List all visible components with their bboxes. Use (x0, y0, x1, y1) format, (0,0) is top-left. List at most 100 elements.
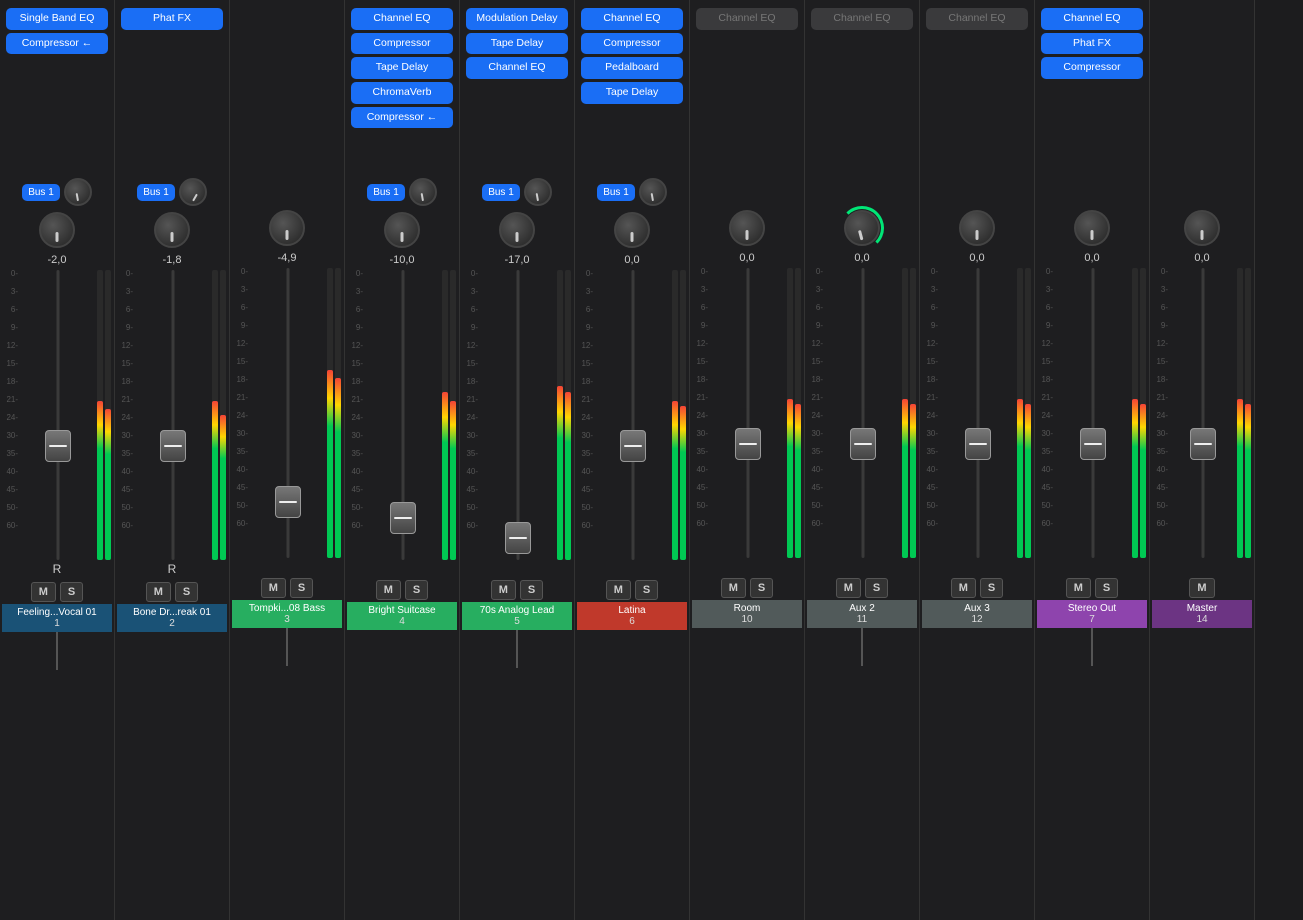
channel-name: Latina (579, 605, 685, 616)
bus-button[interactable]: Bus 1 (482, 184, 520, 201)
fader-handle[interactable] (45, 430, 71, 462)
pan-knob[interactable] (639, 178, 667, 206)
plugin-button[interactable]: Tape Delay (351, 57, 453, 79)
mute-button[interactable]: M (491, 580, 516, 600)
plugin-button[interactable]: Compressor ← (6, 33, 108, 55)
plugin-button[interactable]: Channel EQ (1041, 8, 1143, 30)
bus-button[interactable]: Bus 1 (597, 184, 635, 201)
mute-button[interactable]: M (1066, 578, 1091, 598)
plugin-button[interactable]: Compressor ← (351, 107, 453, 129)
fader-col (20, 270, 96, 560)
solo-button[interactable]: S (520, 580, 543, 600)
solo-button[interactable]: S (635, 580, 658, 600)
fader-handle[interactable] (1190, 428, 1216, 460)
scale-label: 40- (696, 466, 708, 484)
solo-button[interactable]: S (980, 578, 1003, 598)
fader-handle[interactable] (160, 430, 186, 462)
scale-label: 60- (351, 522, 363, 540)
solo-button[interactable]: S (1095, 578, 1118, 598)
mute-button[interactable]: M (31, 582, 56, 602)
mute-button[interactable]: M (721, 578, 746, 598)
volume-knob[interactable] (844, 210, 880, 246)
volume-knob[interactable] (1074, 210, 1110, 246)
plugin-button[interactable]: Tape Delay (466, 33, 568, 55)
fader-handle[interactable] (620, 430, 646, 462)
connector-line (56, 632, 58, 670)
channel-strip: Channel EQ0,00-3-6-9-12-15-18-21-24-30-3… (690, 0, 805, 920)
solo-button[interactable]: S (290, 578, 313, 598)
pan-knob[interactable] (524, 178, 552, 206)
volume-knob[interactable] (959, 210, 995, 246)
plugin-button[interactable]: Compressor (581, 33, 683, 55)
pan-knob[interactable] (409, 178, 437, 206)
bus-button[interactable]: Bus 1 (22, 184, 60, 201)
volume-knob[interactable] (1184, 210, 1220, 246)
plugin-button[interactable]: Phat FX (1041, 33, 1143, 55)
volume-knob[interactable] (499, 212, 535, 248)
plugin-button[interactable]: Channel EQ (581, 8, 683, 30)
fader-handle[interactable] (390, 502, 416, 534)
scale-label: 6- (241, 304, 248, 322)
solo-button[interactable]: S (60, 582, 83, 602)
plugin-button[interactable]: Single Band EQ (6, 8, 108, 30)
scale-label: 60- (6, 522, 18, 540)
mute-button[interactable]: M (261, 578, 286, 598)
mute-button[interactable]: M (146, 582, 171, 602)
meter-scale-col: 0-3-6-9-12-15-18-21-24-30-35-40-45-50-60… (117, 270, 135, 560)
plugin-button-disabled[interactable]: Channel EQ (926, 8, 1028, 30)
solo-button[interactable]: S (405, 580, 428, 600)
fader-handle[interactable] (965, 428, 991, 460)
plugin-button-disabled[interactable]: Channel EQ (811, 8, 913, 30)
plugin-button[interactable]: Compressor (1041, 57, 1143, 79)
meter-column (1025, 268, 1031, 558)
fader-handle[interactable] (735, 428, 761, 460)
meter-fill (557, 386, 563, 560)
bus-row: Bus 1 (2, 178, 112, 206)
fader-handle[interactable] (1080, 428, 1106, 460)
bus-button[interactable]: Bus 1 (137, 184, 175, 201)
mute-button[interactable]: M (606, 580, 631, 600)
plugin-button[interactable]: Compressor (351, 33, 453, 55)
fader-handle[interactable] (275, 486, 301, 518)
mute-button[interactable]: M (376, 580, 401, 600)
plugin-button[interactable]: Tape Delay (581, 82, 683, 104)
fader-col (595, 270, 671, 560)
plugin-button[interactable]: Channel EQ (351, 8, 453, 30)
scale-label: 18- (581, 378, 593, 396)
plugin-button[interactable]: Channel EQ (466, 57, 568, 79)
plugin-button[interactable]: Phat FX (121, 8, 223, 30)
plugin-button[interactable]: Pedalboard (581, 57, 683, 79)
meter-fill (910, 404, 916, 558)
volume-knob[interactable] (269, 210, 305, 246)
plugin-button-disabled[interactable]: Channel EQ (696, 8, 798, 30)
pan-knob[interactable] (179, 178, 207, 206)
meter-column (1140, 268, 1146, 558)
volume-knob[interactable] (384, 212, 420, 248)
scale-label: 50- (581, 504, 593, 522)
pan-knob[interactable] (64, 178, 92, 206)
meter-column (105, 270, 111, 560)
ms-buttons-row: MS (2, 582, 112, 602)
scale-label: 35- (696, 448, 708, 466)
solo-button[interactable]: S (175, 582, 198, 602)
volume-knob[interactable] (729, 210, 765, 246)
channel-name: Aux 3 (924, 603, 1030, 614)
mute-button[interactable]: M (836, 578, 861, 598)
mute-button[interactable]: M (951, 578, 976, 598)
plugin-button[interactable]: Modulation Delay (466, 8, 568, 30)
fader-handle[interactable] (505, 522, 531, 554)
volume-knob[interactable] (39, 212, 75, 248)
mute-button[interactable]: M (1189, 578, 1214, 598)
channel-name: Bone Dr...reak 01 (119, 607, 225, 618)
plugin-button[interactable]: ChromaVerb (351, 82, 453, 104)
volume-knob[interactable] (154, 212, 190, 248)
plugin-area: Channel EQ CompressorTape Delay ChromaVerb… (347, 4, 457, 174)
solo-button[interactable]: S (750, 578, 773, 598)
scale-label: 60- (236, 520, 248, 538)
fader-handle[interactable] (850, 428, 876, 460)
meter-fill (450, 401, 456, 561)
channel-strip: Channel EQ CompressorPedalboard Tape Delay… (575, 0, 690, 920)
volume-knob[interactable] (614, 212, 650, 248)
bus-button[interactable]: Bus 1 (367, 184, 405, 201)
solo-button[interactable]: S (865, 578, 888, 598)
